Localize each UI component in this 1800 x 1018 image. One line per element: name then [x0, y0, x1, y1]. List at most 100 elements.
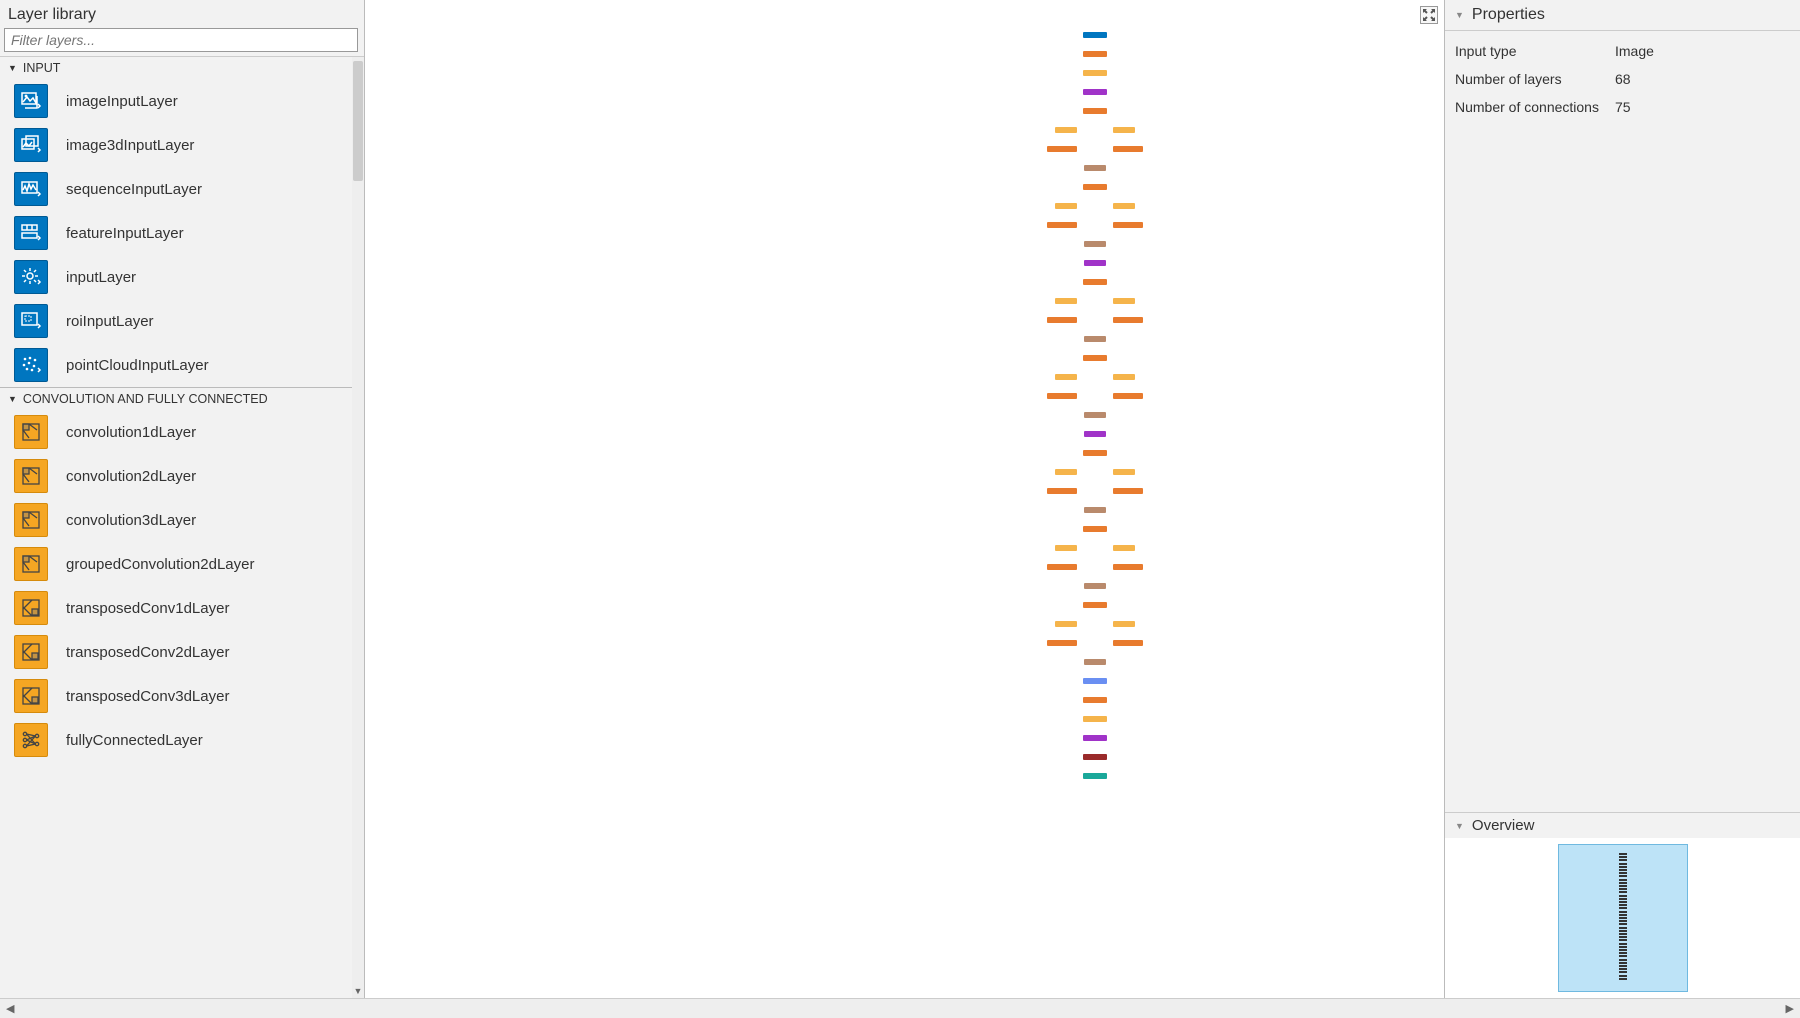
- graph-node[interactable]: [1113, 298, 1135, 304]
- property-value: 75: [1615, 99, 1790, 115]
- category-header-convolution-and-fully-connected[interactable]: ▼CONVOLUTION AND FULLY CONNECTED: [0, 387, 352, 410]
- graph-node[interactable]: [1047, 640, 1077, 646]
- graph-node[interactable]: [1084, 241, 1106, 247]
- layer-item-image3dInputLayer[interactable]: image3dInputLayer: [0, 123, 352, 167]
- property-row: Number of layers68: [1455, 65, 1790, 93]
- graph-node[interactable]: [1084, 583, 1106, 589]
- layer-item-roiInputLayer[interactable]: roiInputLayer: [0, 299, 352, 343]
- graph-node[interactable]: [1055, 374, 1077, 380]
- layer-item-groupedConvolution2dLayer[interactable]: groupedConvolution2dLayer: [0, 542, 352, 586]
- graph-node[interactable]: [1055, 621, 1077, 627]
- graph-node[interactable]: [1083, 526, 1107, 532]
- graph-node[interactable]: [1113, 621, 1135, 627]
- tconv2d-icon: [14, 635, 48, 669]
- layer-item-convolution2dLayer[interactable]: convolution2dLayer: [0, 454, 352, 498]
- graph-node[interactable]: [1047, 393, 1077, 399]
- graph-node[interactable]: [1084, 260, 1106, 266]
- graph-node[interactable]: [1084, 431, 1106, 437]
- category-label: CONVOLUTION AND FULLY CONNECTED: [23, 392, 268, 406]
- graph-node[interactable]: [1083, 355, 1107, 361]
- graph-node[interactable]: [1083, 773, 1107, 779]
- graph-node[interactable]: [1113, 640, 1143, 646]
- graph-node[interactable]: [1113, 545, 1135, 551]
- graph-node[interactable]: [1083, 450, 1107, 456]
- layer-library-panel: Layer library ▼INPUTimageInputLayerimage…: [0, 0, 365, 998]
- graph-node[interactable]: [1113, 203, 1135, 209]
- graph-node[interactable]: [1083, 602, 1107, 608]
- graph-node[interactable]: [1055, 298, 1077, 304]
- graph-node[interactable]: [1083, 51, 1107, 57]
- image-input-icon: [14, 84, 48, 118]
- properties-header[interactable]: ▼ Properties: [1445, 0, 1800, 31]
- layer-item-transposedConv2dLayer[interactable]: transposedConv2dLayer: [0, 630, 352, 674]
- graph-node[interactable]: [1083, 32, 1107, 38]
- overview-viewport[interactable]: [1558, 844, 1688, 992]
- graph-node[interactable]: [1055, 469, 1077, 475]
- property-row: Input typeImage: [1455, 37, 1790, 65]
- graph-node[interactable]: [1113, 488, 1143, 494]
- layer-item-sequenceInputLayer[interactable]: sequenceInputLayer: [0, 167, 352, 211]
- property-row: Number of connections75: [1455, 93, 1790, 121]
- properties-title: Properties: [1472, 6, 1545, 24]
- graph-node[interactable]: [1083, 279, 1107, 285]
- graph-node[interactable]: [1083, 735, 1107, 741]
- filter-layers-input[interactable]: [4, 28, 358, 52]
- graph-node[interactable]: [1083, 89, 1107, 95]
- graph-node[interactable]: [1083, 70, 1107, 76]
- scroll-down-arrow-icon[interactable]: ▼: [352, 986, 364, 996]
- graph-node[interactable]: [1084, 412, 1106, 418]
- graph-node[interactable]: [1083, 108, 1107, 114]
- category-header-input[interactable]: ▼INPUT: [0, 57, 352, 79]
- sequence-input-icon: [14, 172, 48, 206]
- layer-item-label: inputLayer: [66, 269, 136, 286]
- image3d-input-icon: [14, 128, 48, 162]
- graph-node[interactable]: [1113, 469, 1135, 475]
- layer-item-inputLayer[interactable]: inputLayer: [0, 255, 352, 299]
- graph-node[interactable]: [1084, 336, 1106, 342]
- layer-item-label: convolution1dLayer: [66, 424, 196, 441]
- graph-node[interactable]: [1083, 716, 1107, 722]
- graph-node[interactable]: [1047, 488, 1077, 494]
- graph-node[interactable]: [1113, 393, 1143, 399]
- graph-node[interactable]: [1084, 659, 1106, 665]
- graph-node[interactable]: [1084, 507, 1106, 513]
- graph-node[interactable]: [1084, 165, 1106, 171]
- layer-list-scrollbar[interactable]: ▼: [352, 57, 364, 998]
- graph-node[interactable]: [1113, 374, 1135, 380]
- graph-node[interactable]: [1055, 545, 1077, 551]
- graph-node[interactable]: [1113, 564, 1143, 570]
- graph-node[interactable]: [1047, 564, 1077, 570]
- graph-node[interactable]: [1083, 754, 1107, 760]
- property-label: Input type: [1455, 43, 1615, 59]
- graph-node[interactable]: [1047, 317, 1077, 323]
- scrollbar-thumb[interactable]: [353, 61, 363, 181]
- conv2d-icon: [14, 459, 48, 493]
- layer-item-convolution3dLayer[interactable]: convolution3dLayer: [0, 498, 352, 542]
- graph-node[interactable]: [1113, 127, 1135, 133]
- network-canvas[interactable]: [365, 0, 1444, 998]
- collapse-left-panel-button[interactable]: ◀: [6, 1002, 14, 1015]
- graph-node[interactable]: [1047, 222, 1077, 228]
- layer-item-featureInputLayer[interactable]: featureInputLayer: [0, 211, 352, 255]
- collapse-right-panel-button[interactable]: ▶: [1786, 1002, 1794, 1015]
- graph-node[interactable]: [1047, 146, 1077, 152]
- layer-item-convolution1dLayer[interactable]: convolution1dLayer: [0, 410, 352, 454]
- graph-node[interactable]: [1083, 184, 1107, 190]
- layer-item-label: roiInputLayer: [66, 313, 154, 330]
- pointcloud-input-icon: [14, 348, 48, 382]
- overview-header[interactable]: ▼ Overview: [1445, 813, 1800, 838]
- layer-item-pointCloudInputLayer[interactable]: pointCloudInputLayer: [0, 343, 352, 387]
- layer-item-transposedConv3dLayer[interactable]: transposedConv3dLayer: [0, 674, 352, 718]
- property-label: Number of layers: [1455, 71, 1615, 87]
- layer-item-imageInputLayer[interactable]: imageInputLayer: [0, 79, 352, 123]
- graph-node[interactable]: [1083, 678, 1107, 684]
- graph-node[interactable]: [1055, 203, 1077, 209]
- conv3d-icon: [14, 503, 48, 537]
- graph-node[interactable]: [1113, 317, 1143, 323]
- graph-node[interactable]: [1055, 127, 1077, 133]
- graph-node[interactable]: [1113, 146, 1143, 152]
- graph-node[interactable]: [1113, 222, 1143, 228]
- graph-node[interactable]: [1083, 697, 1107, 703]
- layer-item-fullyConnectedLayer[interactable]: fullyConnectedLayer: [0, 718, 352, 762]
- layer-item-transposedConv1dLayer[interactable]: transposedConv1dLayer: [0, 586, 352, 630]
